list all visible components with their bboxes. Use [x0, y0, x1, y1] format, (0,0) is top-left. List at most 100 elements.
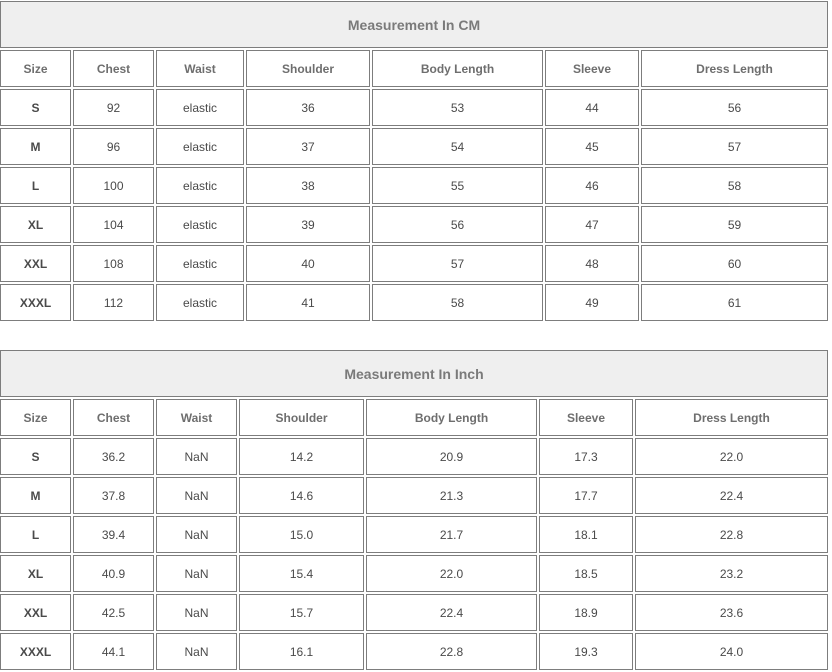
- dress-length-cell: 22.0: [635, 438, 828, 475]
- waist-cell: elastic: [156, 89, 244, 126]
- column-header-sleeve: Sleeve: [545, 50, 639, 87]
- body-length-cell: 22.0: [366, 555, 537, 592]
- waist-cell: elastic: [156, 206, 244, 243]
- dress-length-cell: 22.8: [635, 516, 828, 553]
- sleeve-cell: 17.3: [539, 438, 633, 475]
- chest-cell: 40.9: [73, 555, 154, 592]
- sleeve-cell: 18.9: [539, 594, 633, 631]
- dress-length-cell: 59: [641, 206, 828, 243]
- waist-cell: NaN: [156, 633, 237, 670]
- column-header-dress-length: Dress Length: [635, 399, 828, 436]
- table-title: Measurement In Inch: [0, 350, 828, 397]
- body-length-cell: 21.3: [366, 477, 537, 514]
- body-length-cell: 58: [372, 284, 543, 321]
- measurement-cm-table: Measurement In CM Size Chest Waist Shoul…: [0, 0, 830, 323]
- table-row: XL 40.9 NaN 15.4 22.0 18.5 23.2: [0, 555, 828, 592]
- sleeve-cell: 44: [545, 89, 639, 126]
- table-row: L 39.4 NaN 15.0 21.7 18.1 22.8: [0, 516, 828, 553]
- size-cell: S: [0, 438, 71, 475]
- sleeve-cell: 18.5: [539, 555, 633, 592]
- waist-cell: NaN: [156, 555, 237, 592]
- shoulder-cell: 15.4: [239, 555, 364, 592]
- size-cell: XXXL: [0, 633, 71, 670]
- chest-cell: 104: [73, 206, 154, 243]
- header-row: Size Chest Waist Shoulder Body Length Sl…: [0, 399, 828, 436]
- dress-length-cell: 56: [641, 89, 828, 126]
- size-cell: L: [0, 516, 71, 553]
- shoulder-cell: 14.2: [239, 438, 364, 475]
- chest-cell: 39.4: [73, 516, 154, 553]
- waist-cell: NaN: [156, 438, 237, 475]
- size-cell: XXL: [0, 594, 71, 631]
- body-length-cell: 57: [372, 245, 543, 282]
- column-header-body-length: Body Length: [372, 50, 543, 87]
- column-header-shoulder: Shoulder: [246, 50, 370, 87]
- table-row: S 92 elastic 36 53 44 56: [0, 89, 828, 126]
- sleeve-cell: 48: [545, 245, 639, 282]
- shoulder-cell: 15.0: [239, 516, 364, 553]
- table-row: M 37.8 NaN 14.6 21.3 17.7 22.4: [0, 477, 828, 514]
- shoulder-cell: 15.7: [239, 594, 364, 631]
- size-cell: M: [0, 477, 71, 514]
- column-header-shoulder: Shoulder: [239, 399, 364, 436]
- shoulder-cell: 40: [246, 245, 370, 282]
- waist-cell: elastic: [156, 128, 244, 165]
- waist-cell: elastic: [156, 284, 244, 321]
- sleeve-cell: 18.1: [539, 516, 633, 553]
- shoulder-cell: 38: [246, 167, 370, 204]
- body-length-cell: 55: [372, 167, 543, 204]
- dress-length-cell: 61: [641, 284, 828, 321]
- waist-cell: NaN: [156, 594, 237, 631]
- table-row: XXXL 112 elastic 41 58 49 61: [0, 284, 828, 321]
- size-cell: XXL: [0, 245, 71, 282]
- column-header-waist: Waist: [156, 50, 244, 87]
- sleeve-cell: 19.3: [539, 633, 633, 670]
- table-row: XXL 108 elastic 40 57 48 60: [0, 245, 828, 282]
- shoulder-cell: 16.1: [239, 633, 364, 670]
- shoulder-cell: 14.6: [239, 477, 364, 514]
- body-length-cell: 20.9: [366, 438, 537, 475]
- sleeve-cell: 45: [545, 128, 639, 165]
- dress-length-cell: 58: [641, 167, 828, 204]
- body-length-cell: 21.7: [366, 516, 537, 553]
- dress-length-cell: 23.2: [635, 555, 828, 592]
- table-title: Measurement In CM: [0, 1, 828, 48]
- table-row: XXL 42.5 NaN 15.7 22.4 18.9 23.6: [0, 594, 828, 631]
- column-header-chest: Chest: [73, 399, 154, 436]
- waist-cell: NaN: [156, 477, 237, 514]
- waist-cell: elastic: [156, 245, 244, 282]
- waist-cell: elastic: [156, 167, 244, 204]
- chest-cell: 44.1: [73, 633, 154, 670]
- column-header-dress-length: Dress Length: [641, 50, 828, 87]
- body-length-cell: 56: [372, 206, 543, 243]
- chest-cell: 112: [73, 284, 154, 321]
- chest-cell: 36.2: [73, 438, 154, 475]
- dress-length-cell: 22.4: [635, 477, 828, 514]
- chest-cell: 96: [73, 128, 154, 165]
- table-row: L 100 elastic 38 55 46 58: [0, 167, 828, 204]
- table-title-row: Measurement In CM: [0, 1, 828, 48]
- column-header-sleeve: Sleeve: [539, 399, 633, 436]
- table-row: XXXL 44.1 NaN 16.1 22.8 19.3 24.0: [0, 633, 828, 670]
- chest-cell: 100: [73, 167, 154, 204]
- shoulder-cell: 37: [246, 128, 370, 165]
- dress-length-cell: 24.0: [635, 633, 828, 670]
- shoulder-cell: 36: [246, 89, 370, 126]
- table-row: S 36.2 NaN 14.2 20.9 17.3 22.0: [0, 438, 828, 475]
- sleeve-cell: 49: [545, 284, 639, 321]
- body-length-cell: 22.4: [366, 594, 537, 631]
- body-length-cell: 54: [372, 128, 543, 165]
- column-header-size: Size: [0, 399, 71, 436]
- chest-cell: 37.8: [73, 477, 154, 514]
- table-row: M 96 elastic 37 54 45 57: [0, 128, 828, 165]
- column-header-body-length: Body Length: [366, 399, 537, 436]
- dress-length-cell: 23.6: [635, 594, 828, 631]
- waist-cell: NaN: [156, 516, 237, 553]
- size-cell: S: [0, 89, 71, 126]
- shoulder-cell: 39: [246, 206, 370, 243]
- sleeve-cell: 17.7: [539, 477, 633, 514]
- shoulder-cell: 41: [246, 284, 370, 321]
- column-header-waist: Waist: [156, 399, 237, 436]
- chest-cell: 92: [73, 89, 154, 126]
- dress-length-cell: 57: [641, 128, 828, 165]
